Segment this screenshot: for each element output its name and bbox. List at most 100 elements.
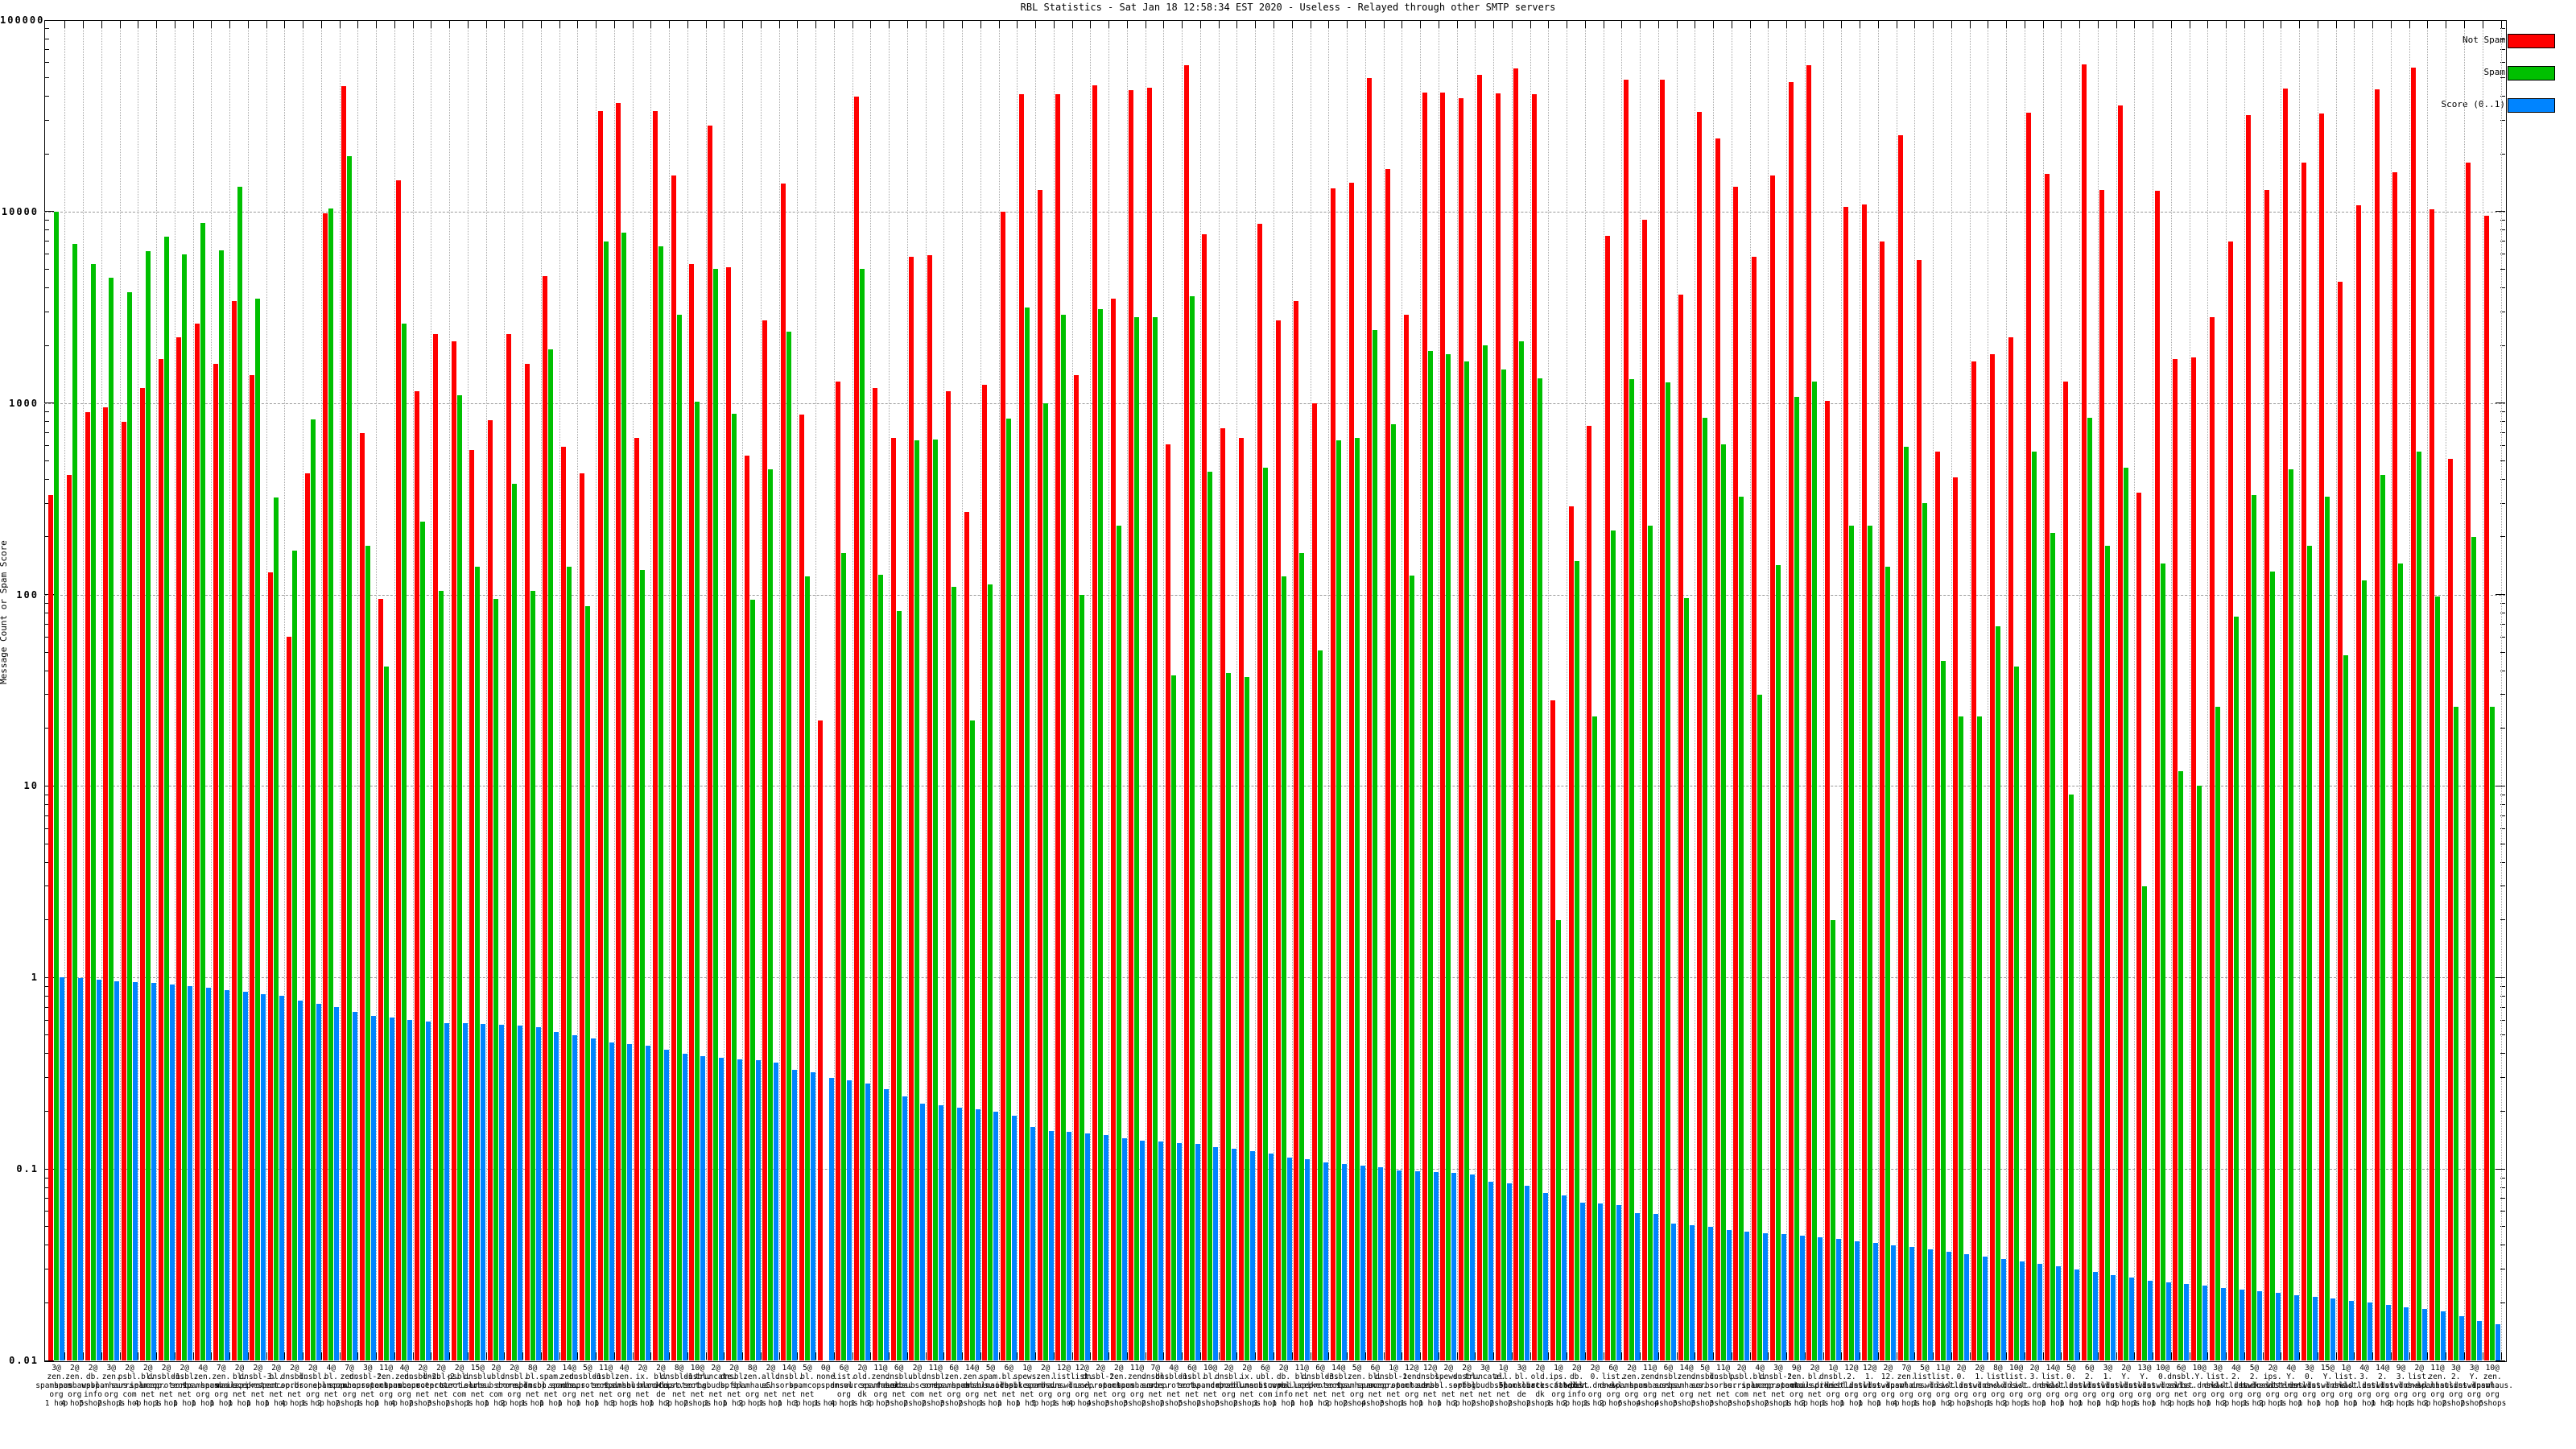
bar-score [1744,1232,1750,1360]
bar-score [1433,1172,1439,1360]
x-axis-label: 1@ [1498,1364,1509,1373]
bar-score [462,1023,468,1360]
x-axis-label: org [2009,1390,2024,1399]
x-gridline [980,28,981,1360]
bar-not-spam [1422,92,1427,1360]
x-axis-label: 5@ [2066,1364,2076,1373]
bar-spam [1720,444,1726,1360]
bar-spam [2252,495,2257,1360]
x-axis-label: 3@ [2103,1364,2113,1373]
x-axis-label: 7@ [1901,1364,1911,1373]
x-tick-top [1420,21,1422,28]
x-axis-label: 12@ [1844,1364,1859,1373]
x-axis-label: ips. [1549,1373,1568,1381]
x-axis-label: 12. [1880,1373,1895,1381]
bar-not-spam [1385,168,1391,1360]
bar-score [188,986,193,1360]
x-axis-label: 2@ [161,1364,171,1373]
bar-spam [548,349,554,1360]
x-axis-label: 14@ [965,1364,980,1373]
bar-spam [2380,475,2385,1360]
x-gridline [2061,28,2062,1360]
x-axis-label: 7@ [345,1364,354,1373]
x-tick-bottom [2500,1352,2502,1360]
bar-spam [145,251,151,1360]
x-axis-label: list. [2041,1373,2065,1381]
x-axis-label: spam. [979,1373,1002,1381]
x-gridline [906,28,908,1360]
x-gridline [650,28,652,1360]
x-tick-top [1383,21,1385,28]
x-axis-label: 2. [2451,1373,2461,1381]
x-tick-top [1347,21,1348,28]
x-axis-label: 2. [2377,1373,2388,1381]
bar-not-spam [1953,477,1959,1360]
x-tick-top [2262,21,2264,28]
bar-not-spam [725,267,731,1360]
x-tick-bottom [1584,1352,1586,1360]
bar-not-spam [1165,444,1170,1360]
x-axis-label: 2@ [1736,1364,1747,1373]
x-axis-label: old. [1530,1373,1550,1381]
x-tick-bottom [1749,1352,1751,1360]
x-tick-top [1328,21,1330,28]
x-axis-label: 2@ [2268,1364,2277,1373]
x-tick-bottom [2134,1352,2136,1360]
x-axis-label: org [507,1390,522,1399]
x-gridline [1823,28,1824,1360]
bar-not-spam [66,475,72,1360]
bar-not-spam [561,447,567,1360]
x-axis-label: db. [1276,1373,1291,1381]
x-axis-label: 2@ [2414,1364,2424,1373]
x-gridline [1493,28,1495,1360]
bar-score [792,1069,798,1360]
bar-not-spam [1440,92,1446,1360]
x-axis-label: 1@ [1389,1364,1398,1373]
x-tick-bottom [906,1352,908,1360]
bar-not-spam [1605,236,1611,1360]
x-axis-label: net [1093,1390,1108,1399]
bar-not-spam [1660,79,1666,1360]
x-axis-label: org [1075,1390,1089,1399]
bar-spam [1555,919,1561,1360]
bar-not-spam [1861,204,1867,1360]
x-axis-label: 8@ [747,1364,758,1373]
x-axis-label: 2@ [1113,1364,1124,1373]
x-gridline [1768,28,1769,1360]
x-axis-label: 8@ [1993,1364,2003,1373]
x-axis-label: 5@ [583,1364,592,1373]
x-tick-top [2500,21,2502,28]
x-axis-label: org [1587,1390,1602,1399]
x-axis-label: list. [2004,1373,2028,1381]
bar-not-spam [1568,506,1574,1360]
y-tick-label: 1000 [9,397,39,409]
x-axis-label: net [1166,1390,1181,1399]
bar-spam [1464,361,1470,1360]
x-tick-top [815,21,817,28]
bar-spam [72,243,77,1360]
bar-spam [1373,330,1378,1360]
bar-not-spam [488,420,493,1360]
bar-not-spam [1550,700,1555,1360]
x-tick-top [797,21,799,28]
y-minor-tick [44,287,49,288]
x-tick-bottom [1035,1352,1037,1360]
bar-score [1579,1202,1585,1360]
bar-not-spam [2411,67,2417,1360]
x-gridline [2335,28,2337,1360]
x-axis-label: org [1880,1390,1895,1399]
x-tick-bottom [687,1352,688,1360]
x-axis-label: 2@ [1810,1364,1820,1373]
bar-spam [2270,571,2276,1360]
x-tick-bottom [1255,1352,1257,1360]
x-axis-label: org [836,1390,851,1399]
bar-spam [695,401,700,1360]
x-gridline [1713,28,1715,1360]
bar-not-spam [2447,459,2453,1360]
x-tick-bottom [760,1352,762,1360]
x-axis-label: net [800,1390,815,1399]
x-tick-top [632,21,634,28]
bar-not-spam [85,411,90,1360]
x-axis-label: zen. [944,1373,964,1381]
x-tick-bottom [1017,1352,1018,1360]
